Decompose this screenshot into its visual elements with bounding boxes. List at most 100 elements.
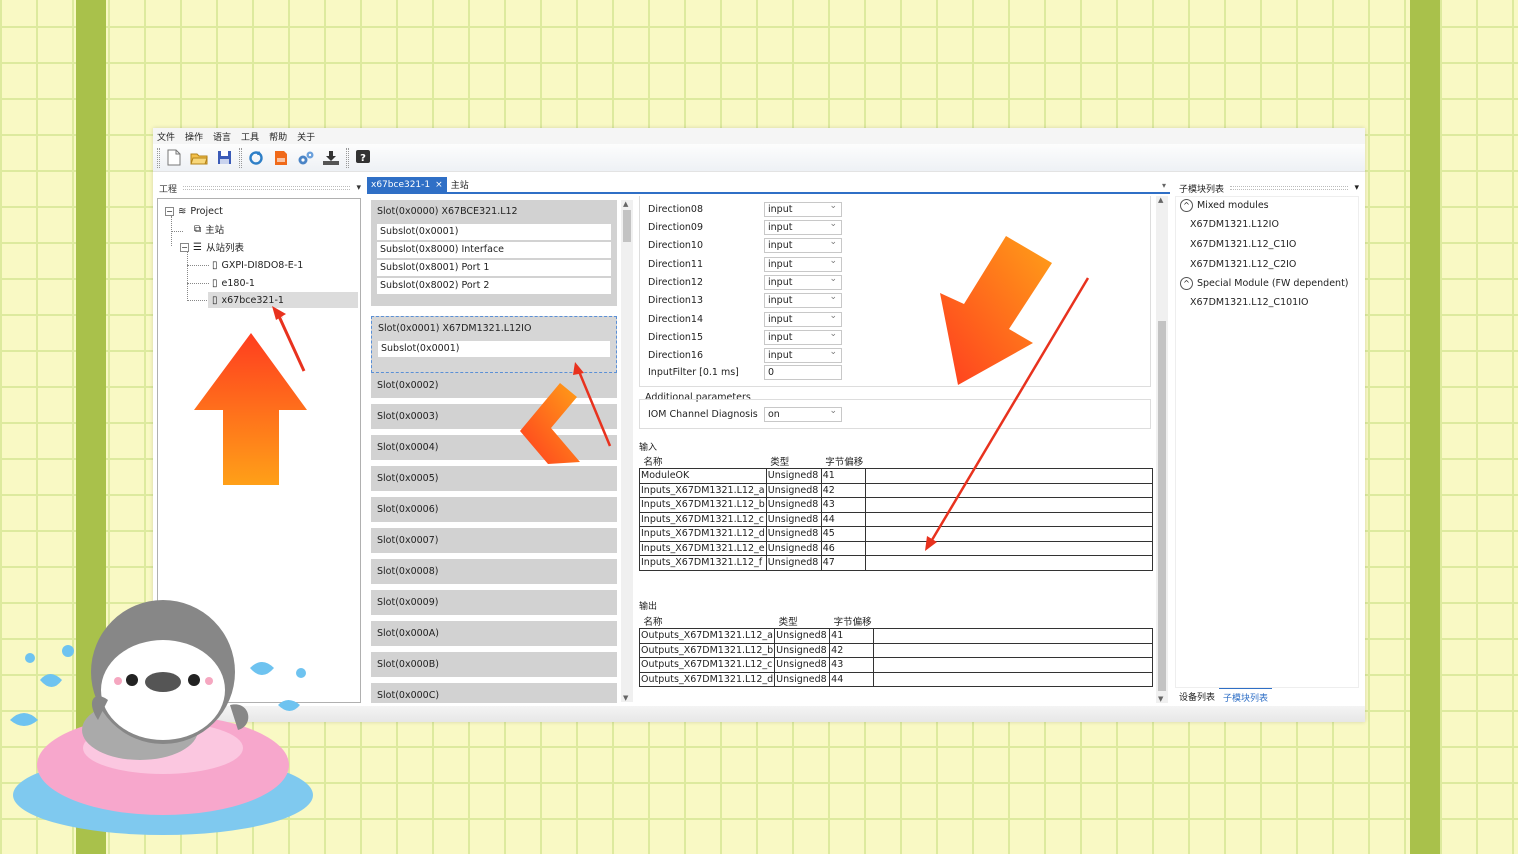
parameter-scrollbar[interactable]: ▲ ▼ xyxy=(1156,196,1168,703)
slot-scrollbar[interactable]: ▲ ▼ xyxy=(621,200,633,702)
table-row[interactable]: Inputs_X67DM1321.L12_a Unsigned8 42 xyxy=(639,482,1154,498)
tree-item-slave-list[interactable]: − ☰ 从站列表 xyxy=(180,239,244,255)
scroll-down-icon[interactable]: ▼ xyxy=(623,694,628,702)
input-filter-field[interactable]: 0 xyxy=(764,364,842,380)
panel-grip[interactable] xyxy=(183,186,351,190)
submodule-group[interactable]: ^ Special Module (FW dependent) xyxy=(1180,277,1349,290)
slot-item[interactable]: Slot(0x000B) xyxy=(371,652,617,677)
iom-diag-select[interactable]: on xyxy=(764,405,842,422)
col-header[interactable]: 字节偏移 xyxy=(829,614,874,629)
submodule-item[interactable]: X67DM1321.L12_C101IO xyxy=(1190,297,1308,308)
menu-language[interactable]: 语言 xyxy=(213,130,231,143)
close-icon[interactable]: × xyxy=(435,180,443,190)
param-select[interactable]: input xyxy=(764,218,842,235)
collapse-icon[interactable]: − xyxy=(165,206,174,216)
toolbar-grip-3[interactable] xyxy=(346,147,349,168)
subslot-item[interactable]: Subslot(0x8002) Port 2 xyxy=(377,278,611,294)
tab-x67bce321[interactable]: x67bce321-1 × xyxy=(367,177,447,192)
slot-item[interactable]: Slot(0x0004) xyxy=(371,435,617,460)
slot-item[interactable]: Slot(0x0003) xyxy=(371,404,617,429)
param-select[interactable]: input xyxy=(764,310,842,327)
submodule-item[interactable]: X67DM1321.L12_C1IO xyxy=(1190,239,1296,250)
param-select[interactable]: input xyxy=(764,346,842,363)
submodule-item[interactable]: X67DM1321.L12IO xyxy=(1190,219,1279,230)
slot-title[interactable]: Slot(0x0001) X67DM1321.L12IO xyxy=(372,317,616,341)
slot-item[interactable]: Slot(0x0009) xyxy=(371,590,617,615)
subslot-item[interactable]: Subslot(0x8000) Interface xyxy=(377,242,611,258)
table-row[interactable]: Inputs_X67DM1321.L12_b Unsigned8 43 xyxy=(639,497,1154,513)
menu-file[interactable]: 文件 xyxy=(157,130,175,143)
chevron-down-icon[interactable]: ▾ xyxy=(1354,183,1359,193)
param-select[interactable]: input xyxy=(764,255,842,272)
slot-group-selected[interactable]: Slot(0x0001) X67DM1321.L12IO Subslot(0x0… xyxy=(371,316,617,373)
collapse-circle-icon[interactable]: ^ xyxy=(1180,277,1193,290)
panel-grip[interactable] xyxy=(1230,186,1349,190)
submodule-group[interactable]: ^ Mixed modules xyxy=(1180,199,1269,212)
chevron-down-icon[interactable]: ▾ xyxy=(356,183,361,193)
param-select[interactable]: input xyxy=(764,328,842,345)
scroll-up-icon[interactable]: ▲ xyxy=(1158,196,1163,204)
table-row[interactable]: Outputs_X67DM1321.L12_a Unsigned8 41 xyxy=(638,628,1153,644)
slot-item[interactable]: Slot(0x0008) xyxy=(371,559,617,584)
tab-device-list[interactable]: 设备列表 xyxy=(1175,688,1219,704)
col-header[interactable]: 名称 xyxy=(639,614,775,629)
tree-item-slave[interactable]: ▯ e180-1 xyxy=(212,275,255,291)
toolbar-grip[interactable] xyxy=(157,147,160,168)
refresh-icon[interactable] xyxy=(246,148,266,168)
col-header[interactable]: 类型 xyxy=(766,454,822,469)
scroll-thumb[interactable] xyxy=(1158,321,1166,691)
menu-tools[interactable]: 工具 xyxy=(241,130,259,143)
col-header[interactable]: 类型 xyxy=(774,614,830,629)
menu-operation[interactable]: 操作 xyxy=(185,130,203,143)
tree-item-slave[interactable]: ▯ GXPI-DI8DO8-E-1 xyxy=(212,257,303,273)
param-select[interactable]: input xyxy=(764,291,842,308)
tab-master[interactable]: 主站 xyxy=(447,177,473,192)
open-folder-icon[interactable] xyxy=(189,148,209,168)
save-icon[interactable] xyxy=(214,148,234,168)
subslot-item[interactable]: Subslot(0x0001) xyxy=(378,341,610,357)
submodule-item[interactable]: X67DM1321.L12_C2IO xyxy=(1190,259,1296,270)
tree-item-project[interactable]: − ≋ Project xyxy=(165,203,223,219)
param-select[interactable]: input xyxy=(764,236,842,253)
table-row[interactable]: Inputs_X67DM1321.L12_e Unsigned8 46 xyxy=(639,540,1154,556)
settings-gears-icon[interactable] xyxy=(296,148,316,168)
tab-submodule-list[interactable]: 子模块列表 xyxy=(1219,688,1273,704)
download-icon[interactable] xyxy=(321,148,341,168)
table-row[interactable]: Inputs_X67DM1321.L12_c Unsigned8 44 xyxy=(639,511,1154,527)
scroll-down-icon[interactable]: ▼ xyxy=(1158,695,1163,703)
tree-item-slave-selected[interactable]: ▯ x67bce321-1 xyxy=(208,292,358,308)
toolbar-grip-2[interactable] xyxy=(239,147,242,168)
new-file-icon[interactable] xyxy=(164,148,184,168)
tree-item-master[interactable]: ⧉ 主站 xyxy=(194,221,224,237)
table-row[interactable]: Outputs_X67DM1321.L12_d Unsigned8 44 xyxy=(638,671,1153,687)
slot-group[interactable]: Slot(0x0000) X67BCE321.L12 Subslot(0x000… xyxy=(371,200,617,306)
slot-item[interactable]: Slot(0x0002) xyxy=(371,373,617,398)
subslot-item[interactable]: Subslot(0x0001) xyxy=(377,224,611,240)
collapse-icon[interactable]: − xyxy=(180,242,189,252)
table-row[interactable]: Outputs_X67DM1321.L12_c Unsigned8 43 xyxy=(638,657,1153,673)
scroll-thumb[interactable] xyxy=(623,210,631,242)
col-header[interactable]: 名称 xyxy=(639,454,767,469)
slot-item[interactable]: Slot(0x000C) xyxy=(371,683,617,703)
col-header[interactable]: 字节偏移 xyxy=(821,454,866,469)
menu-about[interactable]: 关于 xyxy=(297,130,315,143)
menu-help[interactable]: 帮助 xyxy=(269,130,287,143)
collapse-circle-icon[interactable]: ^ xyxy=(1180,199,1193,212)
slot-item[interactable]: Slot(0x0007) xyxy=(371,528,617,553)
scroll-up-icon[interactable]: ▲ xyxy=(623,200,628,208)
slot-item[interactable]: Slot(0x000A) xyxy=(371,621,617,646)
param-select[interactable]: input xyxy=(764,273,842,290)
slot-item[interactable]: Slot(0x0005) xyxy=(371,466,617,491)
param-select[interactable]: input xyxy=(764,200,842,217)
slot-item[interactable]: Slot(0x0006) xyxy=(371,497,617,522)
table-row[interactable]: Inputs_X67DM1321.L12_d Unsigned8 45 xyxy=(639,526,1154,542)
chevron-down-icon[interactable]: ▾ xyxy=(1162,181,1166,190)
offset-cell: 42 xyxy=(829,642,875,658)
help-icon[interactable]: ? xyxy=(353,148,373,168)
subslot-item[interactable]: Subslot(0x8001) Port 1 xyxy=(377,260,611,276)
table-row[interactable]: ModuleOK Unsigned8 41 xyxy=(639,468,1154,484)
table-row[interactable]: Outputs_X67DM1321.L12_b Unsigned8 42 xyxy=(638,642,1153,658)
table-row[interactable]: Inputs_X67DM1321.L12_f Unsigned8 47 xyxy=(639,555,1154,571)
slot-title[interactable]: Slot(0x0000) X67BCE321.L12 xyxy=(371,200,617,224)
export-icon[interactable] xyxy=(271,148,291,168)
